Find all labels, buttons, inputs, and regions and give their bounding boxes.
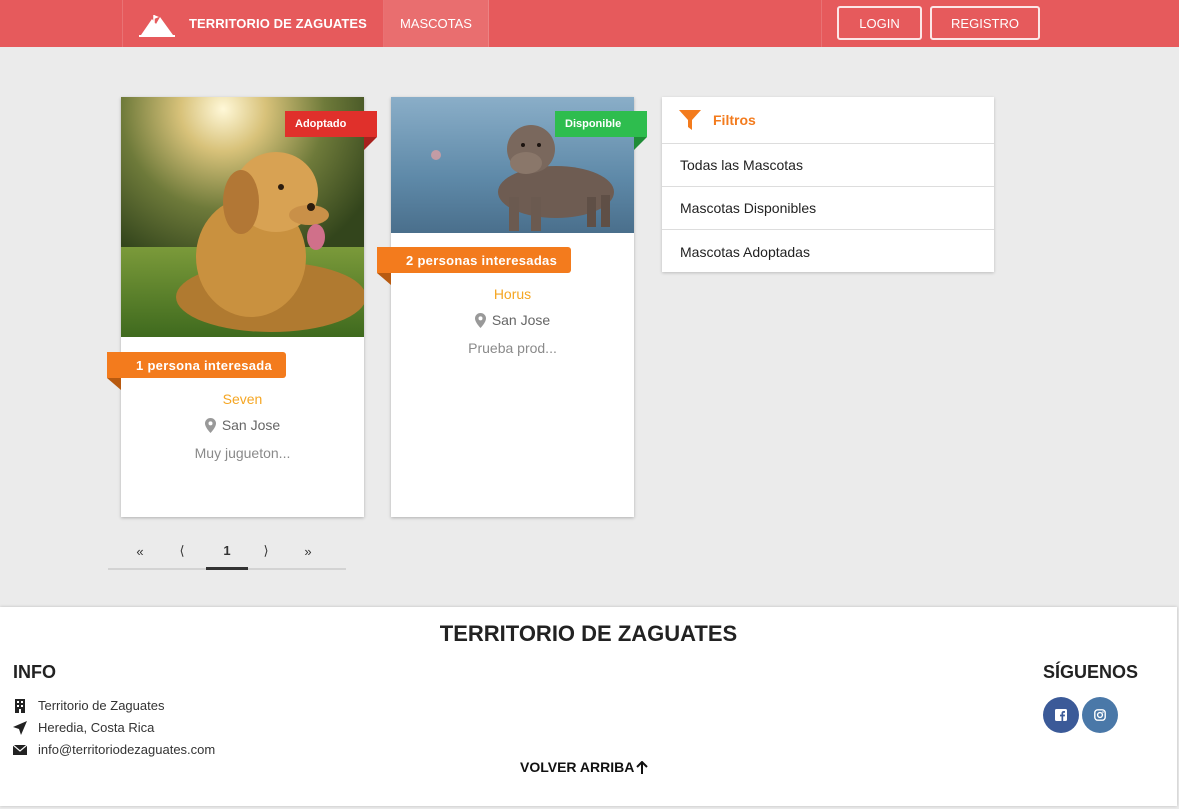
map-marker-icon bbox=[474, 312, 486, 328]
page-next-button[interactable]: ⟩ bbox=[246, 534, 286, 568]
nav-right: LOGIN REGISTRO bbox=[821, 0, 1179, 47]
map-marker-icon bbox=[204, 417, 216, 433]
info-email[interactable]: info@territoriodezaguates.com bbox=[38, 742, 215, 757]
info-location-row: Heredia, Costa Rica bbox=[13, 720, 154, 735]
info-name-row: Territorio de Zaguates bbox=[13, 698, 164, 713]
status-badge: Disponible bbox=[555, 111, 647, 150]
pet-card[interactable]: Adoptado 1 persona interesada Seven San … bbox=[107, 97, 377, 517]
instagram-icon bbox=[1094, 709, 1106, 721]
status-badge: Adoptado bbox=[285, 111, 377, 150]
footer-title: TERRITORIO DE ZAGUATES bbox=[439, 621, 738, 646]
pet-name[interactable]: Seven bbox=[121, 391, 364, 407]
info-email-row: info@territoriodezaguates.com bbox=[13, 742, 215, 757]
facebook-icon bbox=[1055, 709, 1067, 721]
page-current-button[interactable]: 1 bbox=[206, 534, 248, 570]
pet-location: San Jose bbox=[121, 417, 364, 433]
filter-all[interactable]: Todas las Mascotas bbox=[662, 144, 994, 187]
filter-icon bbox=[679, 110, 701, 130]
brand-link[interactable]: TERRITORIO DE ZAGUATES bbox=[123, 0, 384, 47]
location-arrow-icon bbox=[13, 720, 27, 735]
nav-mascotas[interactable]: MASCOTAS bbox=[383, 0, 489, 47]
filter-adopted[interactable]: Mascotas Adoptadas bbox=[662, 230, 994, 273]
info-location: Heredia, Costa Rica bbox=[38, 720, 155, 735]
nav-left: TERRITORIO DE ZAGUATES MASCOTAS bbox=[122, 0, 489, 47]
page-last-button[interactable]: » bbox=[288, 534, 328, 568]
footer: TERRITORIO DE ZAGUATES INFO Territorio d… bbox=[0, 607, 1177, 806]
filters-panel: Filtros Todas las Mascotas Mascotas Disp… bbox=[662, 97, 994, 272]
pet-name[interactable]: Horus bbox=[391, 286, 634, 302]
filter-available[interactable]: Mascotas Disponibles bbox=[662, 187, 994, 230]
page-first-button[interactable]: « bbox=[120, 534, 160, 568]
login-button[interactable]: LOGIN bbox=[837, 6, 922, 40]
pet-description: Muy jugueton... bbox=[194, 445, 291, 461]
facebook-button[interactable] bbox=[1043, 697, 1079, 733]
social-title: SÍGUENOS bbox=[1043, 662, 1139, 682]
registro-button[interactable]: REGISTRO bbox=[930, 6, 1040, 40]
info-title: INFO bbox=[13, 662, 56, 682]
envelope-icon bbox=[13, 744, 27, 755]
pet-location-text: San Jose bbox=[491, 312, 551, 328]
pet-location: San Jose bbox=[391, 312, 634, 328]
filters-header: Filtros bbox=[662, 97, 994, 144]
pet-location-text: San Jose bbox=[221, 417, 281, 433]
mountain-logo-icon bbox=[139, 14, 175, 37]
info-name: Territorio de Zaguates bbox=[38, 698, 165, 713]
pet-card[interactable]: Disponible 2 personas interesadas Horus … bbox=[377, 97, 647, 517]
pagination: « ⟨ 1 ⟩ » bbox=[108, 534, 346, 570]
arrow-up-icon bbox=[636, 760, 649, 774]
page-prev-button[interactable]: ⟨ bbox=[162, 534, 202, 568]
back-to-top-label: VOLVER ARRIBA bbox=[520, 759, 635, 775]
interest-badge: 2 personas interesadas bbox=[377, 247, 572, 285]
navbar: TERRITORIO DE ZAGUATES MASCOTAS LOGIN RE… bbox=[0, 0, 1179, 47]
interest-badge: 1 persona interesada bbox=[107, 352, 287, 390]
brand-text: TERRITORIO DE ZAGUATES bbox=[189, 16, 367, 31]
pet-description: Prueba prod... bbox=[468, 340, 557, 356]
building-icon bbox=[15, 698, 25, 713]
filters-title: Filtros bbox=[713, 112, 756, 128]
instagram-button[interactable] bbox=[1082, 697, 1118, 733]
back-to-top-link[interactable]: VOLVER ARRIBA bbox=[520, 759, 649, 775]
